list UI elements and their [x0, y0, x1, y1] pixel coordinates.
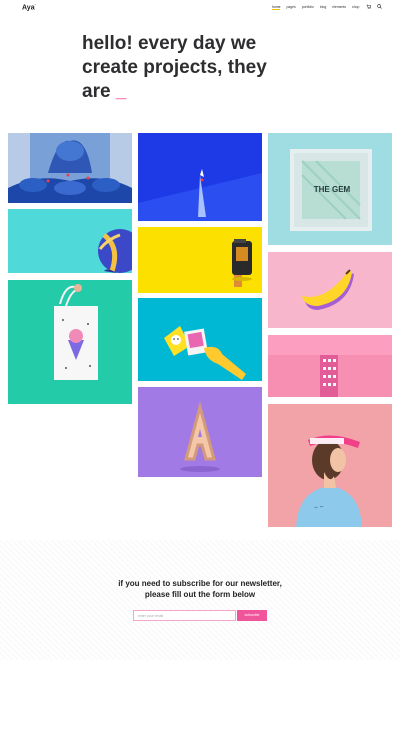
- main-nav: home pages portfolio blog elements shop: [272, 5, 359, 10]
- nav-item-elements[interactable]: elements: [332, 5, 346, 10]
- tile-film-roll[interactable]: [138, 227, 262, 293]
- nav-item-pages[interactable]: pages: [286, 5, 295, 10]
- tile-banana[interactable]: [268, 252, 392, 328]
- cart-icon[interactable]: [366, 4, 372, 10]
- nav-item-home[interactable]: home: [272, 5, 281, 10]
- tile-pink-building[interactable]: [268, 335, 392, 397]
- nav-item-blog[interactable]: blog: [320, 5, 326, 10]
- site-logo[interactable]: Aya*: [22, 3, 36, 11]
- svg-text:~ ~: ~ ~: [314, 504, 325, 511]
- nav-item-portfolio[interactable]: portfolio: [302, 5, 314, 10]
- search-icon[interactable]: [377, 4, 382, 10]
- newsletter-heading: if you need to subscribe for our newslet…: [118, 579, 282, 599]
- hero-heading: hello! every day we create projects, the…: [82, 32, 322, 104]
- email-field[interactable]: enter your email: [133, 610, 236, 621]
- site-header: Aya* home pages portfolio blog elements …: [0, 0, 400, 16]
- tile-letter-a[interactable]: [138, 387, 262, 477]
- nav-item-shop[interactable]: shop: [352, 5, 359, 10]
- tile-girl-visor[interactable]: ~ ~: [268, 404, 392, 527]
- tile-thegem-frame[interactable]: THE GEM: [268, 133, 392, 245]
- newsletter-section: [0, 540, 400, 660]
- tile-hand-polaroid[interactable]: [138, 298, 262, 381]
- frame-logo-text: THE GEM: [313, 185, 351, 194]
- hero-line-1: hello! every day we: [82, 33, 257, 54]
- tile-tote-bag[interactable]: [8, 280, 132, 404]
- hero-line-2: create projects, they: [82, 57, 267, 78]
- tile-blue-chairs[interactable]: [8, 133, 132, 203]
- tile-ball-cyan[interactable]: [8, 209, 132, 273]
- subscribe-button[interactable]: subscribe: [237, 610, 267, 621]
- tile-paper-boat[interactable]: [138, 133, 262, 221]
- typing-cursor: _: [115, 81, 127, 102]
- hero-line-3: are _: [82, 81, 127, 102]
